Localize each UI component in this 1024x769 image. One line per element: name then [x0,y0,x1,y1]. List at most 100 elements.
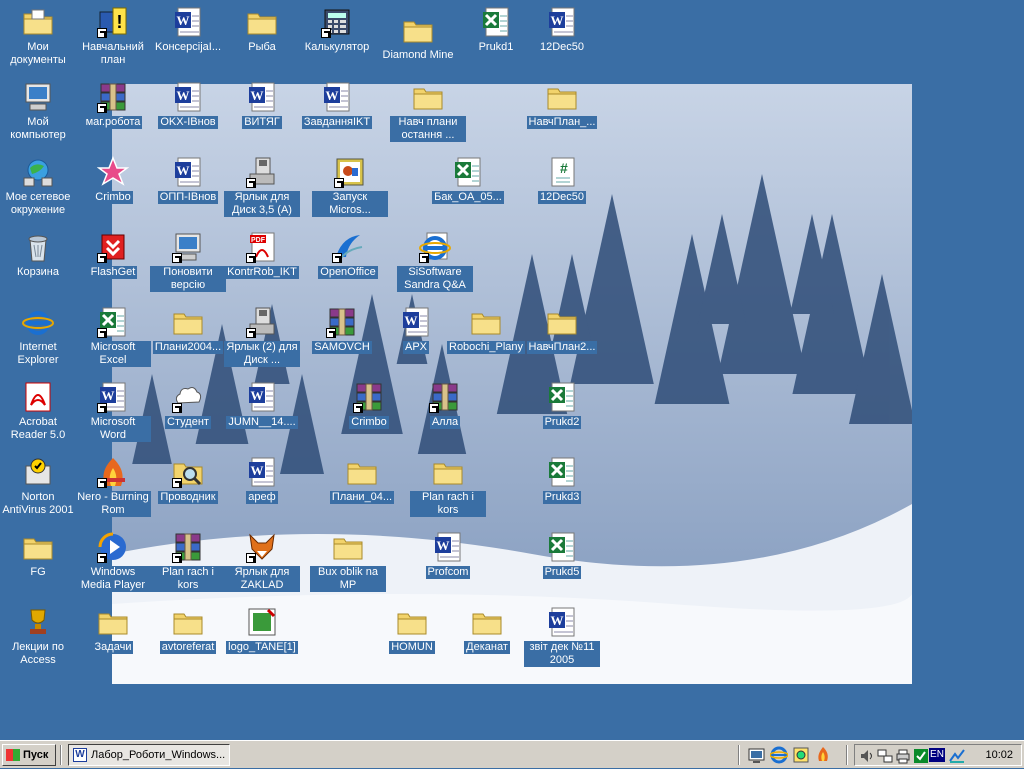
desktop-icon[interactable]: W Microsoft Word [75,379,151,451]
desktop-icon-label: Студент [165,416,211,429]
desktop-icon[interactable]: Diamond Mine [380,12,456,84]
desktop-icon[interactable]: Плани2004... [150,304,226,376]
antivirus-icon[interactable] [913,748,929,764]
desktop-icon[interactable]: Wареф [224,454,300,526]
desktop-icon[interactable]: W ЗавданняIKT [299,79,375,151]
desktop-icon[interactable]: Ярлык для ZAKLAD [224,529,300,601]
svg-text:W: W [251,463,264,478]
desktop-icon[interactable]: НавчПлан2... [524,304,600,376]
folder-icon [470,306,502,338]
desktop-icon[interactable]: Internet Explorer [0,304,76,376]
desktop-icon[interactable]: НавчПлан_... [524,79,600,151]
desktop-icon[interactable]: W Profcom [410,529,486,601]
desktop-icon[interactable]: Рыба [224,4,300,76]
desktop-icon[interactable]: W KoнсерсijaI... [150,4,226,76]
desktop-icon[interactable]: W ОПП-IBнов [150,154,226,226]
desktop-icon-label: Плани2004... [152,341,224,354]
desktop-icon[interactable]: Wзвіт дек №11 2005 [524,604,600,676]
desktop-icon[interactable]: HOMUN [374,604,450,676]
desktop-icon[interactable]: Microsoft Excel [75,304,151,376]
excel-doc-icon [480,6,512,38]
outlook-icon[interactable] [792,746,810,764]
excel-doc-icon [546,381,578,413]
desktop-icon[interactable]: logo_TANE[1] [224,604,300,676]
word-doc-icon: W [246,456,278,488]
desktop-icon[interactable]: Задачи [75,604,151,676]
desktop-icon[interactable]: Acrobat Reader 5.0 [0,379,76,451]
desktop-icon[interactable]: Мой компьютер [0,79,76,151]
desktop-icon[interactable]: ! Навчальний план [75,4,151,76]
desktop-icon[interactable]: W 12Dec50 [524,4,600,76]
desktop-icon[interactable]: Навч плани остання ... [390,79,466,151]
nero-icon[interactable] [814,746,832,764]
desktop-icon[interactable]: Prukd5 [524,529,600,601]
desktop-icon[interactable]: W OKX-IBнов [150,79,226,151]
desktop-icon[interactable]: FG [0,529,76,601]
desktop-icon[interactable]: Поновити версію [150,229,226,301]
desktop-icon[interactable]: Запуск Micros... [312,154,388,226]
show-desktop-icon[interactable] [748,746,766,764]
ie-page-icon [419,231,451,263]
desktop-icon[interactable]: OpenOffice [310,229,386,301]
internet-explorer-icon[interactable] [769,746,789,764]
desktop-icon[interactable]: avtoreferat [150,604,226,676]
desktop-icon[interactable]: Ярлык для Диск 3,5 (A) [224,154,300,226]
start-button[interactable]: Пуск [2,744,56,766]
desktop-icon[interactable]: Корзина [0,229,76,301]
svg-text:W: W [177,163,190,178]
desktop-icon[interactable]: Лекции по Access [0,604,76,676]
volume-icon[interactable] [859,748,875,764]
display-icon[interactable] [949,748,965,764]
desktop-icon[interactable]: PDF KontrRob_IKT [224,229,300,301]
desktop-icon[interactable]: Crimbo [331,379,407,451]
desktop-icon[interactable]: Ярлык (2) для Диск ... [224,304,300,376]
desktop[interactable]: Мои документы Мой компьютер Мое сетевое ок… [0,0,1024,740]
folder-icon [332,531,364,563]
desktop-icon[interactable]: Bux oblik na MP [310,529,386,601]
desktop-icon-label: FG [30,566,46,578]
printer-icon[interactable] [895,748,911,764]
desktop-icon[interactable]: Плани_04... [324,454,400,526]
desktop-icon[interactable]: Алла [407,379,483,451]
desktop-icon[interactable]: Nero - Burning Rom [75,454,151,526]
trophy-icon [22,606,54,638]
task-label: Лабор_Роботи_Windows... [91,749,226,761]
desktop-icon[interactable]: SAMOVCH [304,304,380,376]
desktop-icon[interactable]: Prukd1 [458,4,534,76]
desktop-icon[interactable]: маг.робота [75,79,151,151]
desktop-icon[interactable]: FlashGet [75,229,151,301]
winrar-icon [353,381,385,413]
pdf-icon: PDF [246,231,278,263]
desktop-icon[interactable]: SiSoftware Sandra Q&A [397,229,473,301]
shortcut-arrow-icon [172,253,182,263]
desktop-icon[interactable]: Бак_OA_05... [430,154,506,226]
fox-icon [246,531,278,563]
desktop-icon[interactable]: Мои документы [0,4,76,76]
desktop-icon[interactable]: Robochi_Plany [447,304,525,376]
desktop-icon[interactable]: Plan rach i kors [410,454,486,526]
desktop-icon[interactable]: Plan rach i kors [150,529,226,601]
desktop-icon[interactable]: Мое сетевое окружение [0,154,76,226]
desktop-icon[interactable]: #12Dec50 [524,154,600,226]
task-button-word-document[interactable]: W Лабор_Роботи_Windows... [68,744,230,766]
desktop-icon-label: Prukd2 [542,416,582,429]
desktop-icon[interactable]: Студент [150,379,226,451]
desktop-icon[interactable]: Norton AntiVirus 2001 [0,454,76,526]
desktop-icon[interactable]: Калькулятор [299,4,375,76]
desktop-icon[interactable]: W ВИТЯГ [224,79,300,151]
language-indicator[interactable]: EN [929,748,945,762]
desktop-icon-label: Microsoft Word [75,416,151,442]
desktop-icon[interactable]: Prukd3 [524,454,600,526]
desktop-icon[interactable]: Prukd2 [524,379,600,451]
desktop-icon[interactable]: Windows Media Player [75,529,151,601]
desktop-icon[interactable]: W APX [378,304,454,376]
desktop-icon[interactable]: Crimbo [75,154,151,226]
desktop-icon-label: avtoreferat [159,641,217,654]
desktop-icon[interactable]: W JUMN__14.... [224,379,300,451]
network-icon[interactable] [877,748,893,764]
desktop-icon[interactable]: Проводник [150,454,226,526]
taskbar-separator [60,745,62,765]
desktop-icon-label: Корзина [17,266,59,278]
desktop-icon-label: Лекции по Access [12,641,64,666]
desktop-icon[interactable]: Деканат [449,604,525,676]
